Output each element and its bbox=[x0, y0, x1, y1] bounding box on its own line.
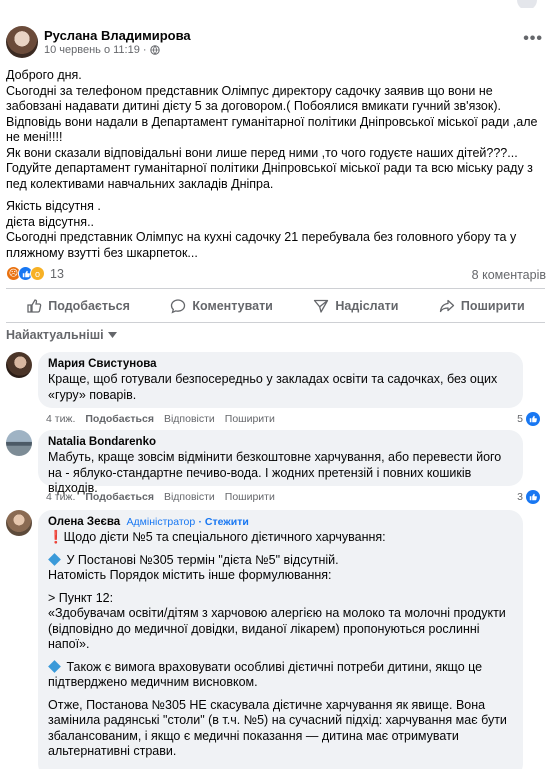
commenter-avatar[interactable] bbox=[6, 510, 32, 536]
post-header: Руслана Владимирова 10 червень о 11:19 ·… bbox=[6, 26, 543, 62]
meta-separator: · bbox=[142, 44, 147, 56]
comment-text: Краще, щоб готували безпосередньо у закл… bbox=[48, 372, 498, 402]
reaction-summary[interactable]: ☹ o 13 bbox=[6, 266, 64, 281]
send-icon bbox=[314, 299, 329, 313]
comment-actions: 4 тиж. Подобається Відповісти Поширити bbox=[46, 413, 275, 425]
comment-sort-dropdown[interactable]: Найактуальніші bbox=[6, 328, 117, 342]
comment-reply-link[interactable]: Відповісти bbox=[164, 413, 215, 425]
comment-time[interactable]: 4 тиж. bbox=[46, 413, 75, 425]
comment-icon bbox=[171, 299, 186, 314]
comment-reaction-number: 3 bbox=[517, 491, 523, 503]
comment-item: Мария Свистунова Краще, щоб готували без… bbox=[6, 352, 545, 426]
post-paragraph: Доброго дня. Сьогодні за телефоном предс… bbox=[6, 68, 538, 191]
comment-line: У Постанові №305 термін "дієта №5" відсу… bbox=[66, 552, 339, 567]
comment-share-link[interactable]: Поширити bbox=[225, 491, 275, 503]
comment-item: Олена Зеєва Адміністратор · Стежити ❗Щод… bbox=[6, 510, 545, 769]
share-button[interactable]: Поширити bbox=[439, 298, 525, 314]
comment-line: Натомість Порядок містить інше формулюва… bbox=[48, 568, 332, 582]
divider bbox=[6, 288, 545, 289]
like-button[interactable]: Подобається bbox=[26, 298, 130, 314]
follow-link[interactable]: · Стежити bbox=[198, 516, 248, 528]
comment-line: > Пункт 12: bbox=[48, 590, 114, 605]
post-actions: Подобається Коментувати Надіслати Пошири… bbox=[6, 292, 545, 320]
comment-label: Коментувати bbox=[192, 299, 273, 313]
blue-diamond-icon bbox=[48, 659, 61, 673]
like-badge-icon bbox=[526, 490, 540, 504]
commenter-name[interactable]: Мария Свистунова bbox=[48, 358, 513, 370]
facebook-icon[interactable] bbox=[517, 0, 537, 8]
comment-time[interactable]: 4 тиж. bbox=[46, 491, 75, 503]
sort-label: Найактуальніші bbox=[6, 328, 104, 342]
comment-share-link[interactable]: Поширити bbox=[225, 413, 275, 425]
audience-globe-icon bbox=[149, 45, 160, 55]
commenter-name[interactable]: Олена Зеєва bbox=[48, 516, 120, 528]
comment-line: Також є вимога враховувати особливі дієт… bbox=[48, 659, 483, 690]
like-badge-icon bbox=[526, 412, 540, 426]
comment-reaction-number: 5 bbox=[517, 413, 523, 425]
post-author[interactable]: Руслана Владимирова bbox=[44, 28, 191, 43]
share-label: Поширити bbox=[460, 299, 525, 313]
wow-reaction-icon: o bbox=[30, 266, 45, 281]
comment-like-link[interactable]: Подобається bbox=[85, 413, 154, 425]
comment-bubble: Мария Свистунова Краще, щоб готували без… bbox=[38, 352, 523, 408]
comment-line: «Здобувачам освіти/дітям з харчовою алер… bbox=[48, 606, 506, 651]
comment-text: Мабуть, краще зовсім відмінити безкоштов… bbox=[48, 450, 502, 495]
admin-badge: Адміністратор bbox=[126, 516, 196, 528]
commenter-header: Олена Зеєва Адміністратор · Стежити bbox=[48, 516, 513, 528]
commenter-name[interactable]: Natalia Bondarenko bbox=[48, 436, 513, 448]
comment-reply-link[interactable]: Відповісти bbox=[164, 491, 215, 503]
share-icon bbox=[439, 299, 455, 313]
author-avatar[interactable] bbox=[6, 26, 38, 58]
comment-actions: 4 тиж. Подобається Відповісти Поширити bbox=[46, 491, 275, 503]
post-meta: 10 червень о 11:19 · bbox=[44, 44, 160, 56]
exclamation-icon: ❗ bbox=[48, 530, 64, 544]
commenter-avatar[interactable] bbox=[6, 430, 32, 456]
commenter-avatar[interactable] bbox=[6, 352, 32, 378]
comment-bubble: Natalia Bondarenko Мабуть, краще зовсім … bbox=[38, 430, 523, 495]
thumbs-up-icon bbox=[27, 299, 42, 313]
send-label: Надіслати bbox=[335, 299, 399, 313]
comment-button[interactable]: Коментувати bbox=[170, 298, 273, 314]
comment-line: Щодо дієти №5 та спеціального дієтичного… bbox=[63, 530, 386, 544]
divider bbox=[6, 322, 545, 323]
post-date[interactable]: 10 червень о 11:19 bbox=[44, 44, 140, 56]
comment-reaction-count[interactable]: 3 bbox=[517, 490, 540, 504]
comment-text: ❗Щодо дієти №5 та спеціального дієтичног… bbox=[48, 530, 513, 769]
post-paragraph: Якість відсутня . дієта відсутня.. Сього… bbox=[6, 199, 517, 260]
comment-reaction-count[interactable]: 5 bbox=[517, 412, 540, 426]
top-strip bbox=[0, 0, 551, 8]
send-button[interactable]: Надіслати bbox=[313, 298, 398, 314]
comment-bubble: Олена Зеєва Адміністратор · Стежити ❗Щод… bbox=[38, 510, 523, 769]
more-options-icon[interactable]: ••• bbox=[523, 30, 543, 48]
post-body: Доброго дня. Сьогодні за телефоном предс… bbox=[6, 68, 544, 268]
blue-diamond-icon bbox=[48, 552, 61, 566]
comment-like-link[interactable]: Подобається bbox=[85, 491, 154, 503]
comment-line: Отже, Постанова №305 НЕ скасувала дієтич… bbox=[48, 697, 507, 759]
reaction-count: 13 bbox=[50, 266, 64, 281]
comment-item: Natalia Bondarenko Мабуть, краще зовсім … bbox=[6, 430, 545, 504]
like-label: Подобається bbox=[48, 299, 130, 313]
comments-count[interactable]: 8 коментарів bbox=[472, 268, 546, 282]
chevron-down-icon bbox=[107, 332, 117, 338]
